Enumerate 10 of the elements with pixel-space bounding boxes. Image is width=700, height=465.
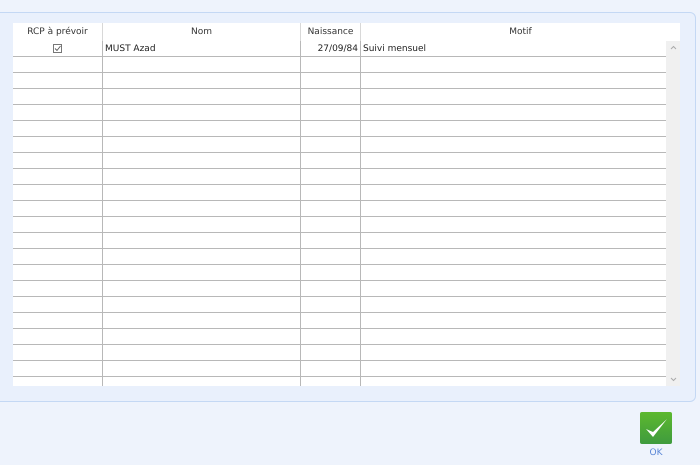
scroll-up-icon[interactable]	[670, 45, 676, 50]
ok-button[interactable]	[640, 412, 672, 444]
scroll-down-icon[interactable]	[670, 377, 676, 382]
table-cell-text: Suivi mensuel	[363, 42, 426, 56]
table-cell-text: 27/09/84	[318, 42, 358, 56]
column-header[interactable]: RCP à prévoir	[13, 23, 102, 41]
table-cell-text: MUST Azad	[105, 42, 156, 56]
checkbox[interactable]	[53, 44, 62, 53]
column-header[interactable]: Nom	[102, 23, 300, 41]
column-header[interactable]: Naissance	[300, 23, 360, 41]
